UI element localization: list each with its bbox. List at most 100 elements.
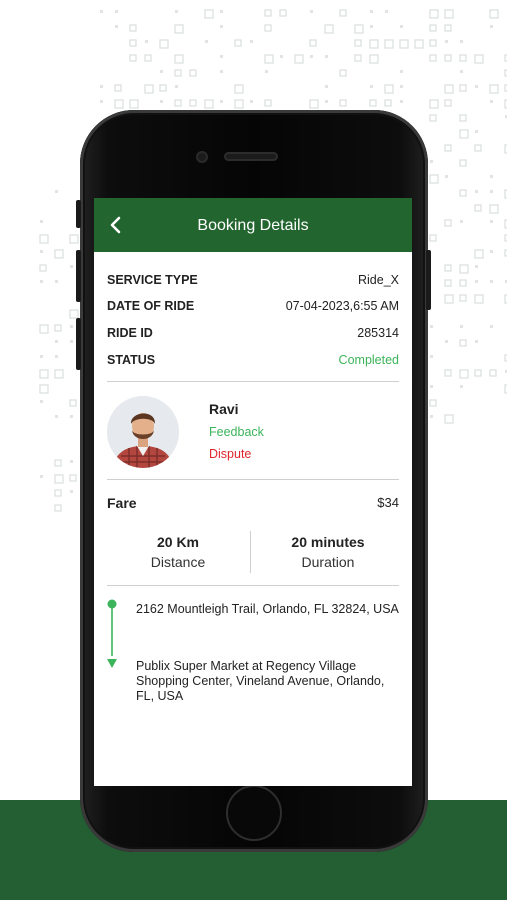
background-dot <box>384 39 394 49</box>
background-dot <box>189 99 197 107</box>
background-dot <box>325 100 328 103</box>
duration-label: Duration <box>301 554 355 570</box>
duration-stat: 20 minutes Duration <box>255 534 401 570</box>
background-dot <box>444 54 452 62</box>
background-dot <box>40 475 43 478</box>
background-dot <box>429 39 437 47</box>
background-dot <box>114 99 124 109</box>
background-dot <box>475 265 478 268</box>
background-dot <box>459 189 467 197</box>
background-dot <box>444 99 452 107</box>
fare-label: Fare <box>107 495 137 511</box>
background-dot <box>385 10 388 13</box>
background-dot <box>70 460 73 463</box>
background-dot <box>400 100 403 103</box>
background-dot <box>460 220 463 223</box>
background-dot <box>70 490 73 493</box>
duration-value: 20 minutes <box>291 534 365 550</box>
phone-volume-up <box>76 250 81 302</box>
background-dot <box>459 294 467 302</box>
background-dot <box>55 280 58 283</box>
driver-name: Ravi <box>209 401 239 417</box>
background-dot <box>444 414 454 424</box>
background-dot <box>129 24 137 32</box>
background-dot <box>459 84 467 92</box>
background-dot <box>189 69 197 77</box>
detail-label: STATUS <box>107 353 156 367</box>
background-dot <box>429 174 439 184</box>
background-dot <box>444 279 452 287</box>
background-dot <box>54 369 64 379</box>
background-dot <box>490 100 493 103</box>
background-dot <box>160 100 163 103</box>
background-dot <box>324 24 334 34</box>
background-dot <box>474 249 484 259</box>
background-dot <box>475 130 478 133</box>
background-dot <box>100 10 103 13</box>
background-dot <box>144 54 152 62</box>
background-dot <box>69 474 77 482</box>
background-dot <box>129 54 137 62</box>
background-dot <box>325 85 328 88</box>
background-dot <box>279 9 287 17</box>
background-dot <box>370 10 373 13</box>
background-dot <box>474 144 482 152</box>
background-dot <box>444 219 452 227</box>
background-dot <box>40 250 43 253</box>
background-dot <box>489 9 499 19</box>
phone-mute-switch <box>76 200 81 228</box>
background-dot <box>430 385 433 388</box>
background-dot <box>39 369 49 379</box>
phone-home-button <box>226 785 282 841</box>
background-dot <box>145 40 148 43</box>
driver-photo <box>107 396 179 468</box>
background-dot <box>369 99 377 107</box>
background-dot <box>264 24 272 32</box>
background-dot <box>100 100 103 103</box>
background-dot <box>354 54 362 62</box>
background-dot <box>310 10 313 13</box>
background-dot <box>250 100 253 103</box>
background-dot <box>444 84 454 94</box>
background-dot <box>54 474 64 484</box>
background-dot <box>459 114 467 122</box>
background-dot <box>430 355 433 358</box>
background-dot <box>474 204 482 212</box>
pickup-address: 2162 Mountleigh Trail, Orlando, FL 32824… <box>136 602 399 616</box>
background-dot <box>474 294 484 304</box>
distance-value: 20 Km <box>156 534 200 550</box>
dispute-link[interactable]: Dispute <box>209 447 251 461</box>
background-dot <box>310 55 313 58</box>
status-badge: Completed <box>338 353 399 367</box>
background-dot <box>159 39 169 49</box>
background-dot <box>429 99 439 109</box>
background-dot <box>384 99 392 107</box>
background-dot <box>40 280 43 283</box>
background-dot <box>354 39 362 47</box>
stat-divider <box>250 531 251 573</box>
dropoff-address: Publix Super Market at Regency Village S… <box>136 659 385 703</box>
background-dot <box>39 234 49 244</box>
background-dot <box>444 294 454 304</box>
background-dot <box>144 84 154 94</box>
background-dot <box>490 175 493 178</box>
background-dot <box>204 9 214 19</box>
background-dot <box>490 25 493 28</box>
detail-value: 285314 <box>357 326 399 340</box>
background-dot <box>490 280 493 283</box>
app-screen: Booking Details SERVICE TYPE Ride_X DATE… <box>94 198 412 786</box>
background-dot <box>460 385 463 388</box>
detail-label: DATE OF RIDE <box>107 299 195 313</box>
background-dot <box>54 324 62 332</box>
background-dot <box>70 415 73 418</box>
background-dot <box>234 84 244 94</box>
background-dot <box>460 40 463 43</box>
background-dot <box>400 25 403 28</box>
phone-volume-down <box>76 318 81 370</box>
background-dot <box>369 54 379 64</box>
background-dot <box>414 39 424 49</box>
background-dot <box>460 325 463 328</box>
feedback-link[interactable]: Feedback <box>209 425 264 439</box>
background-dot <box>489 369 497 377</box>
background-dot <box>294 54 304 64</box>
